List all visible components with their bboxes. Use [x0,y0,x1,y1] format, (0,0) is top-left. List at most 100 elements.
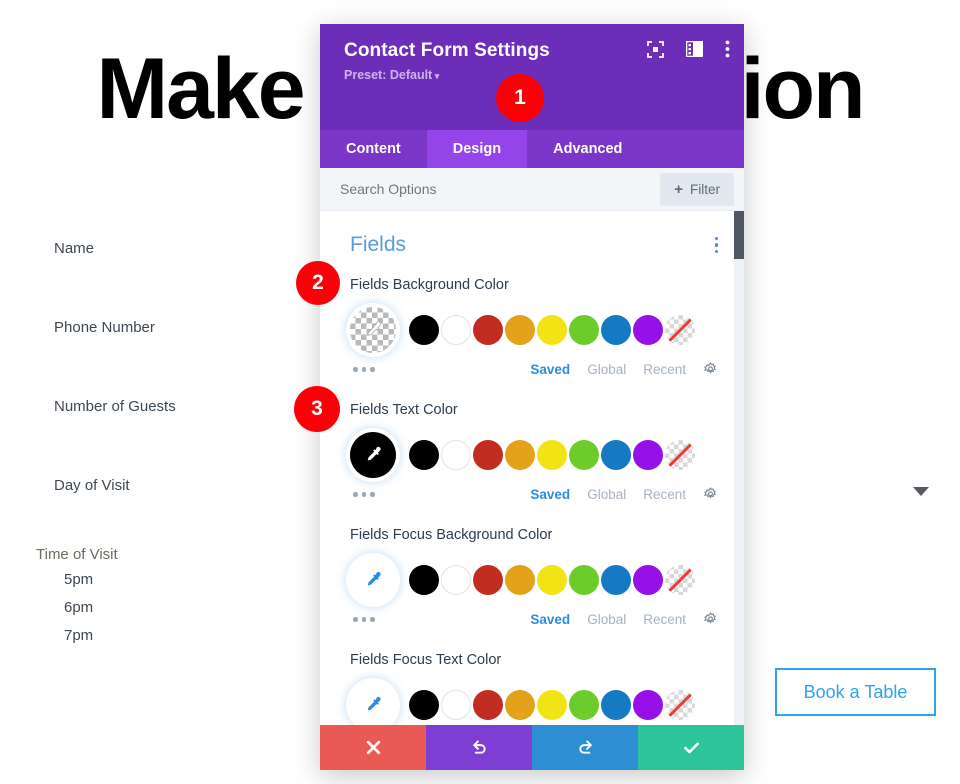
tab-design[interactable]: Design [426,130,528,168]
palette-chip-red[interactable] [473,315,503,345]
current-color-swatch-eyedropper[interactable] [350,307,396,353]
redo-icon [578,740,592,754]
more-vertical-icon[interactable] [714,236,718,254]
more-vertical-icon[interactable] [725,40,730,58]
palette-chip-yellow[interactable] [537,315,567,345]
eyedropper-icon [367,696,381,711]
palette-chip-blue[interactable] [601,690,631,720]
palette-chip-purple[interactable] [633,690,663,720]
option-label: Fields Focus Text Color [350,652,502,668]
options-panel: Fields Fields Background Color Saved Glo… [320,211,744,725]
check-icon [683,742,699,754]
palette-chip-red[interactable] [473,440,503,470]
filter-button[interactable]: + Filter [660,172,734,206]
more-horizontal-icon[interactable] [353,367,375,372]
fullscreen-icon[interactable] [647,40,664,58]
palette-tab-recent[interactable]: Recent [643,612,686,627]
scrollbar-thumb[interactable] [734,211,744,259]
palette-chip-white[interactable] [441,565,471,595]
scrollbar-track[interactable] [734,211,744,725]
section-title: Fields [350,233,407,256]
modal-footer [320,725,744,770]
current-color-swatch-eyedropper[interactable] [350,432,396,478]
palette-tab-recent[interactable]: Recent [643,487,686,502]
palette-tab-saved[interactable]: Saved [530,612,570,627]
palette-chip-red[interactable] [473,690,503,720]
palette-chip-yellow[interactable] [537,565,567,595]
gear-icon[interactable] [703,362,718,377]
palette-chip-yellow[interactable] [537,690,567,720]
radio-option-7pm[interactable]: 7pm [64,627,354,644]
layout-columns-icon[interactable] [685,40,704,58]
palette-chip-purple[interactable] [633,315,663,345]
modal-header-icons [647,40,730,58]
redo-button[interactable] [532,725,638,770]
caret-down-icon[interactable] [913,487,929,496]
search-input[interactable] [340,181,661,197]
close-icon [366,740,380,755]
palette-chip-orange[interactable] [505,565,535,595]
filter-label: Filter [690,181,720,197]
options-scroll-area: Fields Fields Background Color Saved Glo… [320,211,744,725]
palette-chip-orange[interactable] [505,440,535,470]
option-fields-focus-background-color: Fields Focus Background Color Saved Glob… [350,527,718,627]
cancel-button[interactable] [320,725,426,770]
palette-chips [409,565,697,595]
palette-chip-none[interactable] [665,565,695,595]
more-horizontal-icon[interactable] [353,617,375,622]
palette-tab-recent[interactable]: Recent [643,362,686,377]
palette-tab-saved[interactable]: Saved [530,487,570,502]
palette-chip-green[interactable] [569,690,599,720]
palette-chip-green[interactable] [569,440,599,470]
tab-advanced-label: Advanced [553,141,623,157]
palette-chip-black[interactable] [409,690,439,720]
undo-button[interactable] [426,725,532,770]
palette-chip-purple[interactable] [633,440,663,470]
current-color-swatch-eyedropper[interactable] [350,557,396,603]
eyedropper-icon [367,321,381,336]
callout-badge-1: 1 [496,74,544,122]
palette-chip-black[interactable] [409,565,439,595]
palette-chip-black[interactable] [409,440,439,470]
radio-option-5pm[interactable]: 5pm [64,571,354,588]
palette-tab-global[interactable]: Global [587,612,626,627]
current-color-swatch-eyedropper[interactable] [350,682,396,725]
gear-icon[interactable] [703,487,718,502]
palette-chip-black[interactable] [409,315,439,345]
radio-option-6pm[interactable]: 6pm [64,599,354,616]
palette-chip-orange[interactable] [505,315,535,345]
callout-badge-3: 3 [294,386,340,432]
palette-tab-global[interactable]: Global [587,362,626,377]
book-a-table-button[interactable]: Book a Table [775,668,936,716]
palette-chip-red[interactable] [473,565,503,595]
preset-label: Preset: Default [344,68,433,82]
palette-chip-yellow[interactable] [537,440,567,470]
option-meta-row: Saved Global Recent [350,362,718,377]
palette-chip-white[interactable] [441,315,471,345]
palette-chip-white[interactable] [441,440,471,470]
tab-content[interactable]: Content [320,130,427,168]
form-label-day-of-visit: Day of Visit [54,477,130,494]
palette-chip-purple[interactable] [633,565,663,595]
palette-chip-blue[interactable] [601,315,631,345]
palette-tab-saved[interactable]: Saved [530,362,570,377]
callout-badge-2: 2 [296,261,340,305]
palette-chip-none[interactable] [665,440,695,470]
palette-chip-blue[interactable] [601,440,631,470]
more-horizontal-icon[interactable] [353,492,375,497]
option-fields-text-color: Fields Text Color Saved Global Recent [350,402,718,502]
tab-advanced[interactable]: Advanced [527,130,649,168]
gear-icon[interactable] [703,612,718,627]
palette-chip-none[interactable] [665,315,695,345]
palette-chip-orange[interactable] [505,690,535,720]
option-label: Fields Background Color [350,277,509,293]
palette-chip-blue[interactable] [601,565,631,595]
save-button[interactable] [638,725,744,770]
color-swatch-row [350,432,718,478]
palette-chip-white[interactable] [441,690,471,720]
palette-tab-global[interactable]: Global [587,487,626,502]
palette-chip-green[interactable] [569,565,599,595]
plus-icon: + [674,180,683,198]
palette-chip-none[interactable] [665,690,695,720]
palette-chip-green[interactable] [569,315,599,345]
